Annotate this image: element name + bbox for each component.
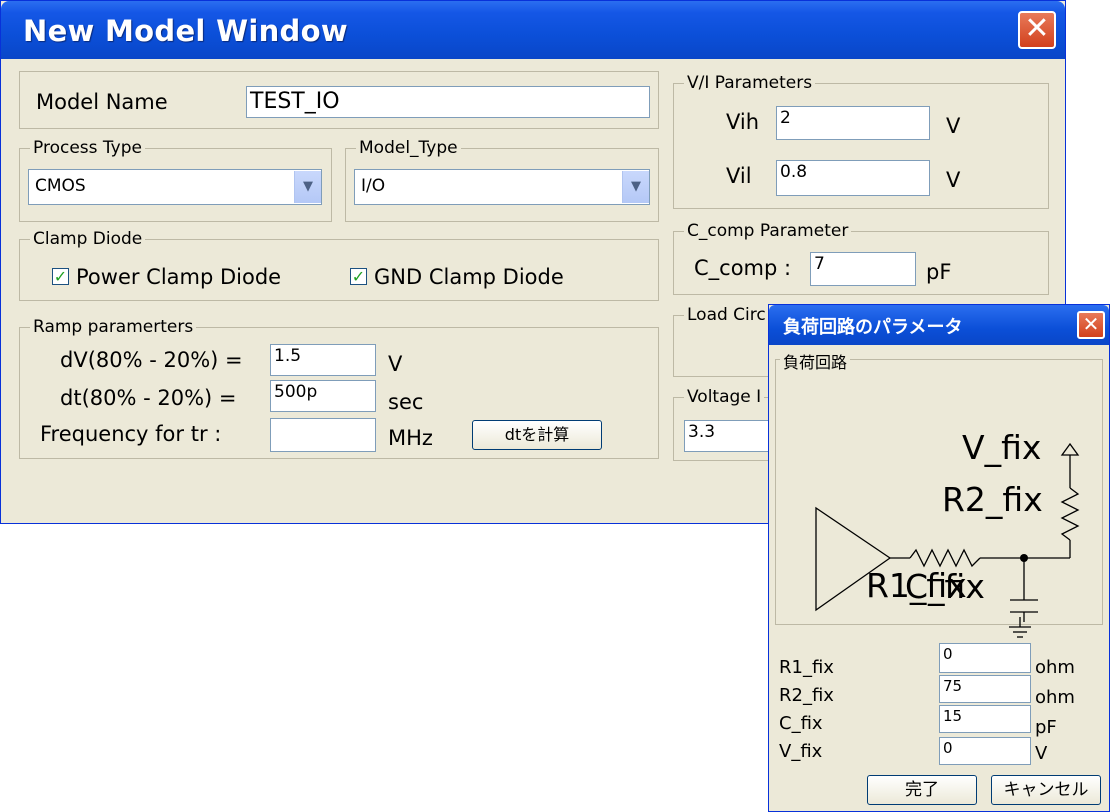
load-circuit-dialog: 負荷回路のパラメータ ✕ 負荷回路 V_fix R2_fix R1_fix C_…	[768, 304, 1110, 812]
r2fix-circuit-label: R2_fix	[942, 480, 1043, 519]
param-c-label: C_fix	[779, 713, 823, 734]
process-type-legend: Process Type	[30, 138, 145, 158]
ramp-legend: Ramp paramerters	[30, 317, 197, 337]
cancel-button[interactable]: キャンセル	[991, 775, 1101, 805]
freq-label: Frequency for tr :	[40, 422, 222, 446]
cfix-circuit-label: C_fix	[905, 567, 985, 606]
dv-label: dV(80% - 20%) =	[60, 348, 243, 372]
model-name-input[interactable]: TEST_IO	[246, 86, 650, 118]
clamp-diode-group: Clamp Diode ✓ Power Clamp Diode ✓ GND Cl…	[19, 229, 659, 301]
chevron-down-icon[interactable]: ▼	[294, 171, 321, 203]
param-r1-unit: ohm	[1035, 657, 1075, 678]
vi-legend: V/I Parameters	[684, 73, 816, 93]
model-name-label: Model Name	[36, 90, 168, 114]
freq-unit: MHz	[388, 426, 433, 450]
vih-unit: V	[946, 114, 961, 138]
ramp-parameters-group: Ramp paramerters dV(80% - 20%) = 1.5 V d…	[19, 317, 659, 459]
param-v-label: V_fix	[779, 741, 823, 762]
voltage-legend: Voltage I	[684, 387, 765, 407]
vih-label: Vih	[726, 110, 760, 134]
close-icon[interactable]: ✕	[1077, 311, 1105, 339]
vfix-arrow	[1060, 442, 1080, 456]
process-type-group: Process Type CMOS ▼	[19, 138, 332, 222]
window-title: New Model Window	[23, 14, 348, 48]
param-r2-label: R2_fix	[779, 685, 834, 706]
model-type-value: I/O	[361, 176, 386, 196]
load-circuit-legend: Load Circ	[684, 305, 769, 325]
param-v-input[interactable]: 0	[939, 737, 1031, 765]
title-bar[interactable]: New Model Window ✕	[1, 1, 1065, 59]
param-r2-unit: ohm	[1035, 687, 1075, 708]
vil-label: Vil	[726, 164, 752, 188]
process-type-select[interactable]: CMOS ▼	[28, 169, 322, 205]
ccomp-legend: C_comp Parameter	[684, 221, 852, 241]
dt-input[interactable]: 500p	[270, 380, 376, 412]
param-v-unit: V	[1035, 743, 1048, 764]
dialog-title-bar[interactable]: 負荷回路のパラメータ ✕	[769, 305, 1109, 345]
calc-dt-button[interactable]: dtを計算	[472, 420, 602, 450]
model-type-legend: Model_Type	[356, 138, 461, 158]
dialog-title: 負荷回路のパラメータ	[783, 317, 963, 338]
dv-input[interactable]: 1.5	[270, 344, 376, 376]
ccomp-label: C_comp :	[694, 256, 792, 280]
power-clamp-checkbox[interactable]: ✓	[52, 268, 69, 285]
clamp-diode-legend: Clamp Diode	[30, 229, 146, 249]
vfix-circuit-label: V_fix	[962, 428, 1042, 467]
model-type-select[interactable]: I/O ▼	[354, 169, 650, 205]
param-c-input[interactable]: 15	[939, 705, 1031, 733]
r1-resistor	[909, 548, 981, 568]
vih-input[interactable]: 2	[776, 106, 930, 140]
dt-label: dt(80% - 20%) =	[60, 386, 237, 410]
vi-parameters-group: V/I Parameters Vih 2 V Vil 0.8 V	[673, 73, 1049, 209]
param-r1-label: R1_fix	[779, 657, 834, 678]
model-type-group: Model_Type I/O ▼	[345, 138, 659, 222]
power-clamp-label[interactable]: Power Clamp Diode	[76, 265, 281, 289]
ccomp-input[interactable]: 7	[810, 252, 916, 286]
gnd-clamp-label[interactable]: GND Clamp Diode	[374, 265, 564, 289]
freq-input[interactable]	[270, 418, 376, 452]
chevron-down-icon[interactable]: ▼	[622, 171, 649, 203]
dt-unit: sec	[388, 390, 424, 414]
close-icon[interactable]: ✕	[1018, 11, 1056, 49]
param-c-unit: pF	[1035, 717, 1057, 738]
dv-unit: V	[388, 352, 403, 376]
vil-unit: V	[946, 168, 961, 192]
ground-icon	[1009, 617, 1031, 638]
vil-input[interactable]: 0.8	[776, 160, 930, 196]
param-r2-input[interactable]: 75	[939, 675, 1031, 703]
ok-button[interactable]: 完了	[867, 775, 977, 805]
ccomp-group: C_comp Parameter C_comp : 7 pF	[673, 221, 1049, 295]
ccomp-unit: pF	[926, 260, 952, 284]
param-r1-input[interactable]: 0	[939, 643, 1031, 673]
model-name-group: Model Name TEST_IO	[19, 71, 659, 129]
gnd-clamp-checkbox[interactable]: ✓	[350, 268, 367, 285]
r2-resistor	[1060, 487, 1080, 541]
process-type-value: CMOS	[35, 176, 86, 196]
